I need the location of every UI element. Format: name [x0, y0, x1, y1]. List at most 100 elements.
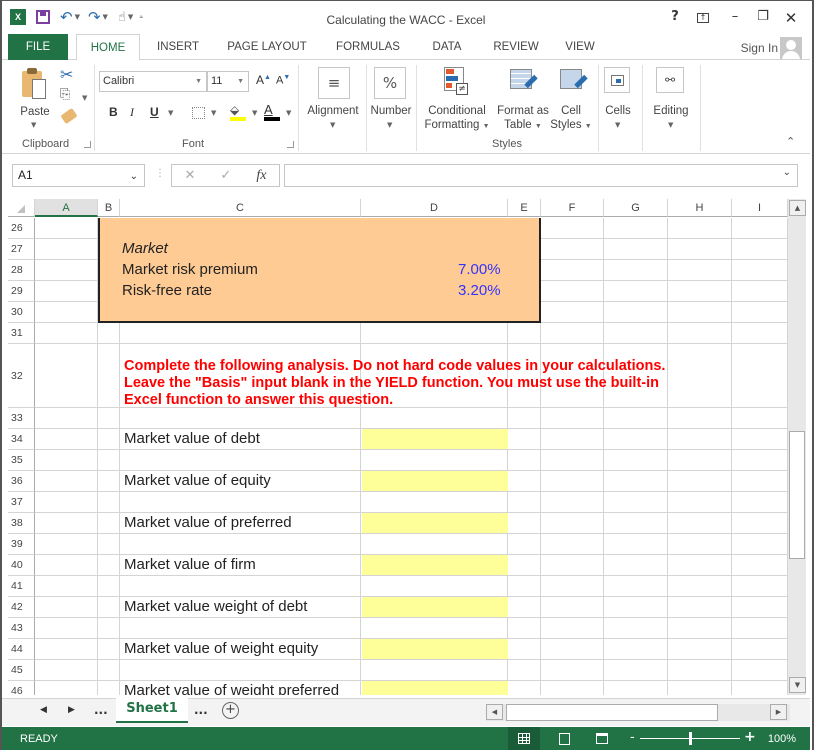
tab-file[interactable]: FILE — [8, 34, 68, 60]
cell-f42[interactable] — [541, 597, 604, 618]
cell-f37[interactable] — [541, 492, 604, 513]
more-sheets-left-button[interactable]: ... — [94, 703, 108, 717]
row-header-40[interactable]: 40 — [8, 555, 35, 576]
row-header-31[interactable]: 31 — [8, 323, 35, 344]
cell-i41[interactable] — [732, 576, 788, 597]
row-header-33[interactable]: 33 — [8, 408, 35, 429]
cell-a46[interactable] — [35, 681, 98, 695]
row-header-27[interactable]: 27 — [8, 239, 35, 260]
cell-a37[interactable] — [35, 492, 98, 513]
cell-g44[interactable] — [604, 639, 668, 660]
cell-a30[interactable] — [35, 302, 98, 323]
cell-styles-icon[interactable] — [560, 69, 588, 95]
cell-h26[interactable] — [668, 218, 732, 239]
cell-i29[interactable] — [732, 281, 788, 302]
cell-e46[interactable] — [508, 681, 541, 695]
cell-e39[interactable] — [508, 534, 541, 555]
cell-h32[interactable] — [668, 344, 732, 408]
cell-d33[interactable] — [361, 408, 508, 429]
restore-button[interactable]: ❐ — [752, 9, 774, 27]
number-button[interactable]: % — [374, 67, 406, 99]
cell-h36[interactable] — [668, 471, 732, 492]
cell-a26[interactable] — [35, 218, 98, 239]
cell-b45[interactable] — [98, 660, 120, 681]
cell-i37[interactable] — [732, 492, 788, 513]
row-header-39[interactable]: 39 — [8, 534, 35, 555]
expand-formula-bar-icon[interactable]: ⌄ — [783, 167, 791, 178]
tab-insert[interactable]: INSERT — [146, 34, 210, 60]
cell-b39[interactable] — [98, 534, 120, 555]
row-header-45[interactable]: 45 — [8, 660, 35, 681]
row-header-28[interactable]: 28 — [8, 260, 35, 281]
cell-e33[interactable] — [508, 408, 541, 429]
cell-g46[interactable] — [604, 681, 668, 695]
cell-i40[interactable] — [732, 555, 788, 576]
cell-i26[interactable] — [732, 218, 788, 239]
borders-dropdown-icon[interactable]: ▼ — [211, 109, 216, 117]
cell-d43[interactable] — [361, 618, 508, 639]
cell-i44[interactable] — [732, 639, 788, 660]
formula-input[interactable]: ⌄ — [284, 164, 798, 187]
cell-d35[interactable] — [361, 450, 508, 471]
cell-e45[interactable] — [508, 660, 541, 681]
font-launcher-icon[interactable] — [287, 141, 294, 148]
cell-i30[interactable] — [732, 302, 788, 323]
column-header-f[interactable]: F — [541, 199, 604, 217]
cell-b34[interactable] — [98, 429, 120, 450]
row-header-46[interactable]: 46 — [8, 681, 35, 695]
sheet-tab-sheet1[interactable]: Sheet1 — [116, 698, 188, 723]
font-size-select[interactable]: 11 ▼ — [207, 71, 249, 92]
cell-b44[interactable] — [98, 639, 120, 660]
column-header-g[interactable]: G — [604, 199, 668, 217]
row-header-42[interactable]: 42 — [8, 597, 35, 618]
cell-h43[interactable] — [668, 618, 732, 639]
cell-h42[interactable] — [668, 597, 732, 618]
cell-c43[interactable] — [120, 618, 361, 639]
underline-dropdown-icon[interactable]: ▼ — [168, 109, 173, 117]
cell-a39[interactable] — [35, 534, 98, 555]
scroll-left-button[interactable]: ◀ — [486, 704, 503, 720]
cell-g35[interactable] — [604, 450, 668, 471]
row-header-44[interactable]: 44 — [8, 639, 35, 660]
cell-g43[interactable] — [604, 618, 668, 639]
cell-g36[interactable] — [604, 471, 668, 492]
cell-b40[interactable] — [98, 555, 120, 576]
column-header-b[interactable]: B — [98, 199, 120, 217]
format-as-table-icon[interactable] — [510, 69, 538, 95]
cell-g31[interactable] — [604, 323, 668, 344]
prev-sheet-icon[interactable]: ◀ — [40, 705, 47, 715]
scroll-down-button[interactable]: ▼ — [789, 677, 806, 693]
cell-b43[interactable] — [98, 618, 120, 639]
input-cell-d40[interactable] — [362, 555, 508, 575]
cell-h27[interactable] — [668, 239, 732, 260]
cell-a36[interactable] — [35, 471, 98, 492]
cell-g45[interactable] — [604, 660, 668, 681]
row-header-36[interactable]: 36 — [8, 471, 35, 492]
cell-f33[interactable] — [541, 408, 604, 429]
cell-h35[interactable] — [668, 450, 732, 471]
cell-e41[interactable] — [508, 576, 541, 597]
cut-icon[interactable]: ✂ — [60, 65, 73, 84]
cell-g33[interactable] — [604, 408, 668, 429]
font-color-button[interactable]: A — [264, 102, 280, 121]
cell-i45[interactable] — [732, 660, 788, 681]
cell-f45[interactable] — [541, 660, 604, 681]
cell-b38[interactable] — [98, 513, 120, 534]
cell-f44[interactable] — [541, 639, 604, 660]
cell-a34[interactable] — [35, 429, 98, 450]
cell-styles-label[interactable]: Cell Styles ▼ — [548, 104, 594, 134]
cell-e38[interactable] — [508, 513, 541, 534]
cell-c35[interactable] — [120, 450, 361, 471]
tab-formulas[interactable]: FORMULAS — [328, 34, 408, 60]
cell-h34[interactable] — [668, 429, 732, 450]
collapse-ribbon-icon[interactable]: ⌃ — [786, 135, 795, 148]
cell-f34[interactable] — [541, 429, 604, 450]
alignment-button[interactable]: ≡ — [318, 67, 350, 99]
font-name-select[interactable]: Calibri ▼ — [99, 71, 207, 92]
help-button[interactable]: ? — [664, 9, 686, 27]
cell-a43[interactable] — [35, 618, 98, 639]
tab-data[interactable]: DATA — [422, 34, 472, 60]
column-header-c[interactable]: C — [120, 199, 361, 217]
more-sheets-right-button[interactable]: ... — [194, 703, 208, 717]
cell-h38[interactable] — [668, 513, 732, 534]
